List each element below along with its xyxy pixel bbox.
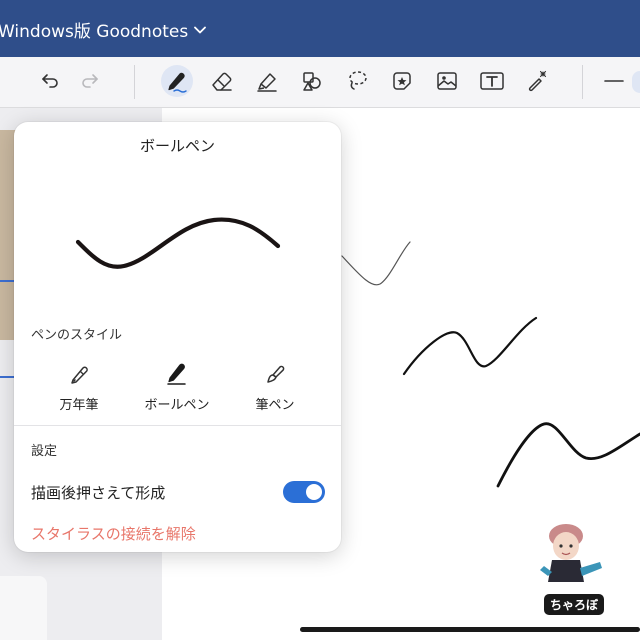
color-swatch[interactable] (632, 71, 640, 93)
pen-tool-button[interactable] (161, 65, 193, 97)
highlighter-icon (257, 73, 277, 92)
text-tool-button[interactable] (476, 65, 508, 97)
sticker-icon (393, 72, 411, 90)
stroke-width-icon (604, 80, 624, 82)
popover-title: ボールペン (139, 137, 215, 155)
stroke-width-button[interactable] (598, 65, 630, 97)
settings-section-label: 設定 (31, 444, 58, 459)
title-bar: Windows版 Goodnotes (0, 0, 640, 57)
redo-button[interactable] (74, 65, 106, 97)
lasso-tool-button[interactable] (341, 65, 373, 97)
pen-style-label: 筆ペン (255, 398, 295, 413)
fountain-pen-icon (71, 366, 88, 384)
image-tool-button[interactable] (431, 65, 463, 97)
undo-icon (42, 74, 58, 88)
draw-and-hold-toggle[interactable] (283, 481, 325, 503)
pen-style-label: 万年筆 (59, 398, 99, 413)
pen-style-section-label: ペンのスタイル (31, 328, 123, 343)
toolbar-divider (582, 65, 583, 99)
sticker-name-label: ちゃろぼ (543, 593, 606, 616)
home-indicator (300, 627, 640, 632)
draw-and-hold-label: 描画後押さえて形成 (31, 483, 166, 502)
eraser-tool-button[interactable] (206, 65, 238, 97)
disconnect-stylus-button[interactable]: スタイラスの接続を解除 (31, 523, 196, 544)
sticker-tool-button[interactable] (386, 65, 418, 97)
pen-style-brush-pen[interactable]: 筆ペン (230, 360, 320, 413)
highlighter-tool-button[interactable] (251, 65, 283, 97)
eraser-icon (212, 72, 232, 91)
image-icon (437, 72, 457, 90)
pen-style-label: ボールペン (144, 398, 210, 413)
toggle-knob (306, 484, 322, 500)
toolbar-divider (134, 65, 135, 99)
chevron-down-icon (194, 26, 207, 33)
pen-icon (168, 72, 187, 93)
brush-pen-icon (267, 365, 285, 383)
laser-pointer-tool-button[interactable] (521, 65, 553, 97)
page-thumbnail[interactable] (0, 576, 47, 640)
draw-and-hold-setting: 描画後押さえて形成 (31, 480, 325, 504)
lasso-icon (349, 71, 367, 90)
pen-settings-popover: ボールペン ペンのスタイル 万年筆 ボールペン 筆ペン 設定 描画後押さえて形成… (14, 122, 341, 552)
section-divider (14, 425, 341, 426)
shapes-tool-button[interactable] (296, 65, 328, 97)
pen-style-ballpoint-pen[interactable]: ボールペン (132, 360, 222, 413)
shapes-icon (303, 72, 321, 91)
ballpoint-pen-icon (167, 363, 186, 385)
pen-style-fountain-pen[interactable]: 万年筆 (34, 360, 124, 413)
document-title: Windows版 Goodnotes (0, 22, 189, 42)
redo-icon (82, 74, 98, 88)
stroke-preview (75, 217, 281, 269)
document-title-menu[interactable]: Windows版 Goodnotes (0, 17, 207, 42)
undo-button[interactable] (34, 65, 66, 97)
laser-pointer-icon (528, 70, 547, 92)
tool-bar (0, 57, 640, 108)
text-box-icon (480, 72, 504, 90)
